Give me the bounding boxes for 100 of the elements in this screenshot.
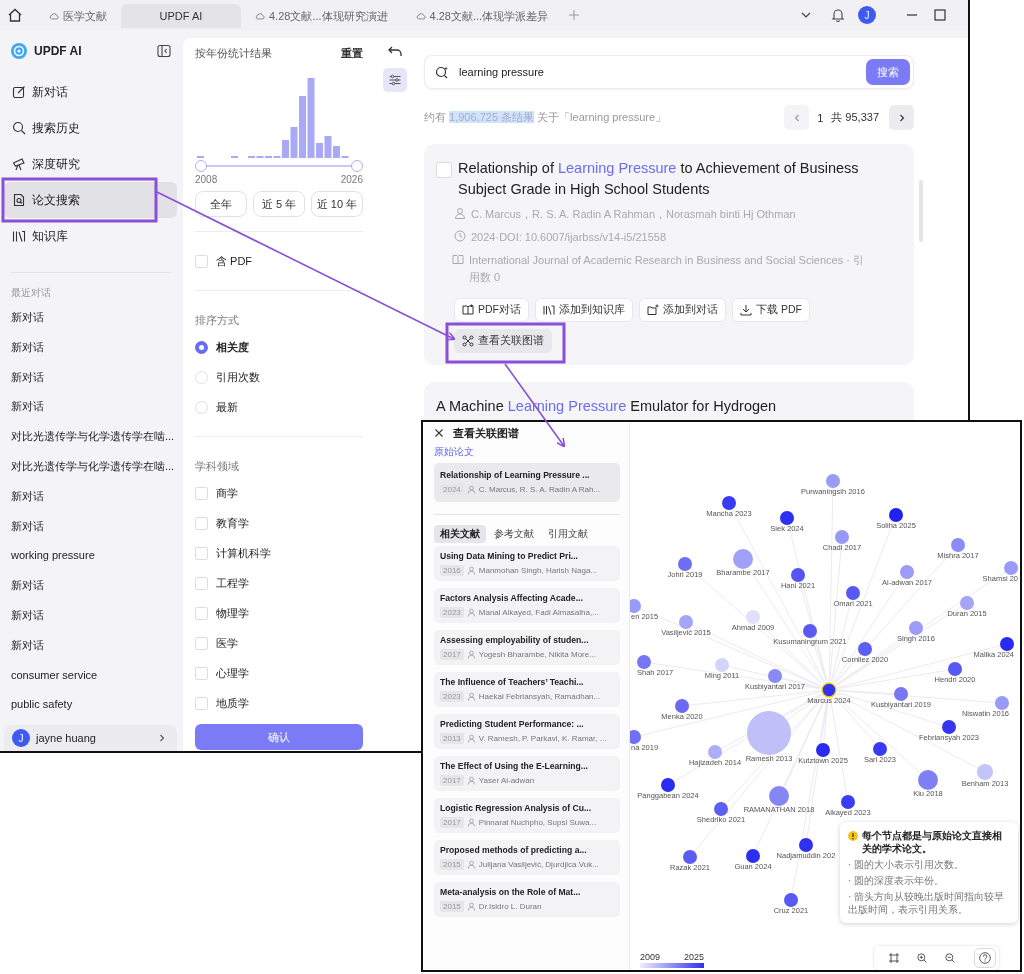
graph-node[interactable] <box>784 893 798 907</box>
graph-node[interactable] <box>722 496 736 510</box>
bell-icon[interactable] <box>830 7 846 23</box>
graph-node[interactable] <box>733 549 753 569</box>
graph-node[interactable] <box>858 642 872 656</box>
confirm-button[interactable]: 确认 <box>195 724 363 750</box>
graph-node[interactable] <box>630 730 641 744</box>
graph-node[interactable] <box>675 699 689 713</box>
sidebar-item[interactable]: 深度研究 <box>4 146 177 182</box>
conversation-item[interactable]: 新对话 <box>4 511 177 542</box>
graph-node[interactable] <box>630 599 641 613</box>
graph-node[interactable] <box>948 662 962 676</box>
conversation-item[interactable]: 新对话 <box>4 332 177 363</box>
graph-node[interactable] <box>768 669 782 683</box>
paper-card[interactable]: The Effect of Using the E-Learning... 2017 Yaser Al-adwan <box>434 756 620 791</box>
graph-node[interactable] <box>679 615 693 629</box>
graph-node[interactable] <box>909 621 923 635</box>
conversation-item[interactable]: 新对话 <box>4 303 177 333</box>
search-button[interactable]: 搜索 <box>866 59 910 85</box>
tab[interactable]: 引用文献 <box>542 525 594 543</box>
graph-node[interactable] <box>894 687 908 701</box>
checkbox[interactable] <box>436 162 452 178</box>
graph-node[interactable] <box>900 565 914 579</box>
graph-node[interactable] <box>821 682 837 698</box>
graph-node[interactable] <box>942 720 956 734</box>
paper-card[interactable]: Using Data Mining to Predict Pri... 2016 Manmohan Singh, Harish Naga... <box>434 546 620 581</box>
paper-card[interactable]: Logistic Regression Analysis of Cu... 2017 Pinnarat Nuchpho, Supsi Suwa... <box>434 798 620 833</box>
graph-node[interactable] <box>835 530 849 544</box>
graph-node[interactable] <box>780 511 794 525</box>
paper-card[interactable]: Predicting Student Performance: ... 2013 V. Ramesh, P. Parkavi, K. Ramar, ... <box>434 714 620 749</box>
close-icon[interactable] <box>434 428 444 438</box>
paper-card[interactable]: The Influence of Teachers’ Teachi... 2023 Haekal Febriansyah, Ramadhan... <box>434 672 620 707</box>
conversation-item[interactable]: 新对话 <box>4 571 177 601</box>
conversation-item[interactable]: 新对话 <box>4 630 177 661</box>
graph-node[interactable] <box>746 610 760 624</box>
conversation-item[interactable]: 对比光遗传学与化学遗传学在啮... <box>4 422 177 452</box>
filter-toggle-button[interactable] <box>383 68 407 92</box>
checkbox[interactable] <box>195 576 208 590</box>
graph-node[interactable] <box>708 745 722 759</box>
graph-node[interactable] <box>1000 637 1014 651</box>
slider-handle[interactable] <box>351 160 363 172</box>
paper-card[interactable]: Proposed methods of predicting a... 2015 Julijana Vasiljević, Djurdjica Vuk... <box>434 840 620 875</box>
graph-node[interactable] <box>799 838 813 852</box>
conversation-item[interactable]: consumer service <box>4 660 177 691</box>
graph-node[interactable] <box>951 538 965 552</box>
graph-node[interactable] <box>995 696 1009 710</box>
slider-handle[interactable] <box>195 160 207 172</box>
window-tab[interactable]: 4.28文献...体现学派差异 <box>401 4 563 28</box>
window-tab[interactable]: 医学文献 <box>35 4 121 28</box>
paper-card[interactable]: Meta-analysis on the Role of Mat... 2015 Dr.Isidro L. Duran <box>434 882 620 917</box>
paper-title[interactable]: Relationship of Learning Pressure to Achievement of Business Subject Grade in High School Students <box>458 158 878 200</box>
reset-button[interactable]: 重置 <box>341 45 363 61</box>
tab[interactable]: 参考文献 <box>488 525 540 543</box>
window-tab[interactable]: 4.28文献...体现研究演进 <box>241 4 402 28</box>
sidebar-item[interactable]: 知识库 <box>4 218 177 254</box>
conversation-item[interactable]: 新对话 <box>4 600 177 631</box>
search-field[interactable]: learning pressure 搜索 <box>424 55 914 89</box>
checkbox[interactable] <box>195 636 208 650</box>
graph-node[interactable] <box>977 764 993 780</box>
action-button[interactable]: 下载 PDF <box>732 298 810 322</box>
graph-node[interactable] <box>678 557 692 571</box>
range-button[interactable]: 近 5 年 <box>253 191 305 217</box>
graph-node[interactable] <box>846 586 860 600</box>
sidebar-toggle-icon[interactable] <box>157 44 171 58</box>
checkbox[interactable] <box>195 666 208 680</box>
year-range-slider[interactable] <box>195 160 363 172</box>
graph-node[interactable] <box>683 850 697 864</box>
graph-node[interactable] <box>826 474 840 488</box>
radio-button[interactable] <box>195 340 208 354</box>
user-menu[interactable]: J jayne huang <box>4 725 177 751</box>
graph-node[interactable] <box>960 596 974 610</box>
sidebar-item[interactable]: 新对话 <box>4 74 177 110</box>
graph-node[interactable] <box>747 711 791 755</box>
home-icon[interactable] <box>7 7 23 23</box>
range-button[interactable]: 全年 <box>195 191 247 217</box>
checkbox[interactable] <box>195 606 208 620</box>
conversation-item[interactable]: 新对话 <box>4 392 177 423</box>
window-tab[interactable]: UPDF AI <box>121 4 241 28</box>
action-button[interactable]: PDF对话 <box>454 298 529 322</box>
help-button[interactable] <box>974 948 996 968</box>
maximize-icon[interactable] <box>934 9 946 21</box>
conversation-item[interactable]: 新对话 <box>4 481 177 512</box>
action-button[interactable]: 添加到知识库 <box>535 298 633 322</box>
graph-node[interactable] <box>791 568 805 582</box>
conversation-item[interactable]: working pressure <box>4 541 177 572</box>
conversation-item[interactable]: public safety <box>4 690 177 721</box>
tab[interactable]: 相关文献 <box>434 525 486 543</box>
user-avatar[interactable]: J <box>858 6 876 24</box>
graph-node[interactable] <box>769 786 789 806</box>
range-button[interactable]: 近 10 年 <box>311 191 363 217</box>
graph-node[interactable] <box>803 624 817 638</box>
paper-card[interactable]: Assessing employability of studen... 2017 Yogesh Bharambe, Nikita More... <box>434 630 620 665</box>
paper-card[interactable]: Factors Analysis Affecting Acade... 2023 Manal Alkayed, Fadi Almasalha,... <box>434 588 620 623</box>
graph-node[interactable] <box>889 508 903 522</box>
paper-card[interactable]: Relationship of Learning Pressure ... 2024 C. Marcus, R. S. A. Radin A Rah... <box>434 463 620 502</box>
checkbox[interactable] <box>195 254 208 268</box>
graph-node[interactable] <box>816 743 830 757</box>
graph-node[interactable] <box>841 795 855 809</box>
graph-node[interactable] <box>661 778 675 792</box>
sidebar-item[interactable]: 搜索历史 <box>4 110 177 146</box>
